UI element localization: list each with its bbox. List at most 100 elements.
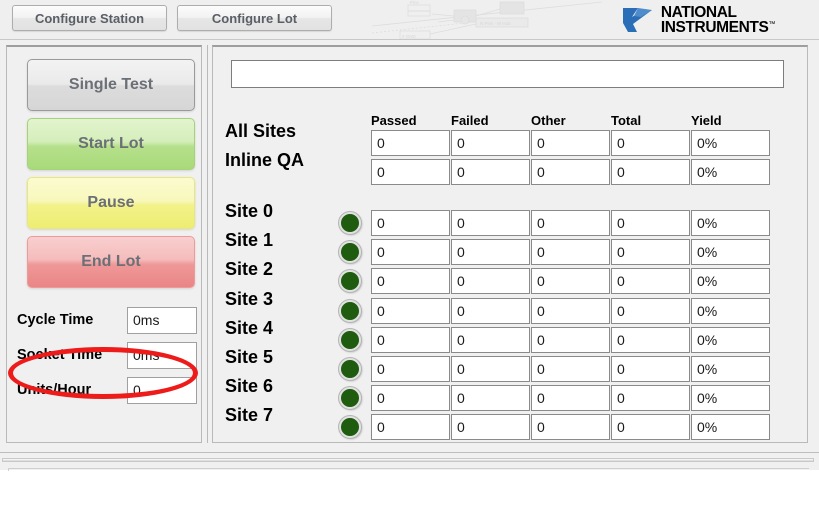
summary-row-1-failed-cell[interactable]: 0 bbox=[451, 159, 530, 185]
site-row-2-yield-cell[interactable]: 0% bbox=[691, 268, 770, 294]
summary-row-0-failed-cell[interactable]: 0 bbox=[451, 130, 530, 156]
site-row-0-other-cell[interactable]: 0 bbox=[531, 210, 610, 236]
site-row-6-failed-cell[interactable]: 0 bbox=[451, 385, 530, 411]
summary-row-0-yield-cell[interactable]: 0% bbox=[691, 130, 770, 156]
column-header-total: Total bbox=[611, 113, 642, 128]
site-row-3-yield-cell[interactable]: 0% bbox=[691, 298, 770, 324]
summary-row-0-total-cell[interactable]: 0 bbox=[611, 130, 690, 156]
site-row-4-label: Site 4 bbox=[225, 318, 274, 338]
site-row-3-failed-cell[interactable]: 0 bbox=[451, 298, 530, 324]
site-row-2-led-indicator bbox=[339, 270, 361, 292]
site-row-7-led-indicator bbox=[339, 416, 361, 438]
single-test-button[interactable]: Single Test bbox=[27, 59, 195, 111]
body-area: Single Test Start Lot Pause End Lot Cycl… bbox=[0, 40, 819, 452]
site-row-7-other-cell[interactable]: 0 bbox=[531, 414, 610, 440]
site-row-3-passed-cell[interactable]: 0 bbox=[371, 298, 450, 324]
summary-row-0-passed-cell[interactable]: 0 bbox=[371, 130, 450, 156]
toolbar: Configure Station Configure Lot Pins N P… bbox=[0, 0, 819, 40]
summary-row-0-other-cell[interactable]: 0 bbox=[531, 130, 610, 156]
site-row-4-failed-cell[interactable]: 0 bbox=[451, 327, 530, 353]
site-row-1-passed-cell[interactable]: 0 bbox=[371, 239, 450, 265]
site-row-2-passed-cell[interactable]: 0 bbox=[371, 268, 450, 294]
cycle-time-field[interactable]: 0ms bbox=[127, 306, 197, 334]
site-row-5-passed-cell[interactable]: 0 bbox=[371, 356, 450, 382]
summary-row-1-total-cell[interactable]: 0 bbox=[611, 159, 690, 185]
site-row-7-passed-cell[interactable]: 0 bbox=[371, 414, 450, 440]
site-row-3-total-cell[interactable]: 0 bbox=[611, 298, 690, 324]
site-row-3-other-cell[interactable]: 0 bbox=[531, 298, 610, 324]
site-row-4-total-cell[interactable]: 0 bbox=[611, 327, 690, 353]
summary-row-1-passed-cell[interactable]: 0 bbox=[371, 159, 450, 185]
site-row-1-other-cell[interactable]: 0 bbox=[531, 239, 610, 265]
national-instruments-logo: NATIONAL INSTRUMENTS™ bbox=[621, 4, 775, 36]
summary-row-0-label: All Sites bbox=[225, 121, 297, 141]
site-row-4-led-indicator bbox=[339, 329, 361, 351]
summary-row-1-other-cell[interactable]: 0 bbox=[531, 159, 610, 185]
status-message-field[interactable] bbox=[231, 60, 784, 88]
configure-lot-button[interactable]: Configure Lot bbox=[177, 5, 332, 31]
svg-text:# GND: # GND bbox=[402, 34, 417, 39]
control-panel: Single Test Start Lot Pause End Lot Cycl… bbox=[6, 45, 202, 443]
units-per-hour-row: Units/Hour 0 bbox=[17, 375, 197, 405]
site-row-2-other-cell[interactable]: 0 bbox=[531, 268, 610, 294]
site-row-7-failed-cell[interactable]: 0 bbox=[451, 414, 530, 440]
site-row-1-yield-cell[interactable]: 0% bbox=[691, 239, 770, 265]
application-window: Configure Station Configure Lot Pins N P… bbox=[0, 0, 819, 527]
units-per-hour-label: Units/Hour bbox=[17, 382, 92, 398]
column-header-passed: Passed bbox=[371, 113, 417, 128]
column-header-failed: Failed bbox=[451, 113, 489, 128]
site-row-6-other-cell[interactable]: 0 bbox=[531, 385, 610, 411]
svg-text:Pins: Pins bbox=[410, 0, 420, 5]
site-row-1-total-cell[interactable]: 0 bbox=[611, 239, 690, 265]
cycle-time-label: Cycle Time bbox=[17, 312, 94, 328]
site-row-2-failed-cell[interactable]: 0 bbox=[451, 268, 530, 294]
summary-row-1-label: Inline QA bbox=[225, 150, 305, 170]
site-row-5-led-indicator bbox=[339, 358, 361, 380]
site-row-7-total-cell[interactable]: 0 bbox=[611, 414, 690, 440]
site-row-7-label: Site 7 bbox=[225, 405, 274, 425]
site-row-6-passed-cell[interactable]: 0 bbox=[371, 385, 450, 411]
socket-time-row: Socket Time 0ms bbox=[17, 340, 197, 370]
site-row-3-led-indicator bbox=[339, 300, 361, 322]
site-row-2-total-cell[interactable]: 0 bbox=[611, 268, 690, 294]
socket-time-label: Socket Time bbox=[17, 347, 103, 363]
site-row-6-total-cell[interactable]: 0 bbox=[611, 385, 690, 411]
site-row-0-label: Site 0 bbox=[225, 201, 274, 221]
socket-time-field[interactable]: 0ms bbox=[127, 341, 197, 369]
end-lot-button[interactable]: End Lot bbox=[27, 236, 195, 288]
start-lot-button[interactable]: Start Lot bbox=[27, 118, 195, 170]
site-row-0-led-indicator bbox=[339, 212, 361, 234]
site-row-5-failed-cell[interactable]: 0 bbox=[451, 356, 530, 382]
site-row-3-label: Site 3 bbox=[225, 289, 274, 309]
main-window: Configure Station Configure Lot Pins N P… bbox=[0, 0, 819, 470]
ni-wordmark: NATIONAL INSTRUMENTS™ bbox=[660, 3, 776, 36]
site-row-5-other-cell[interactable]: 0 bbox=[531, 356, 610, 382]
site-row-4-other-cell[interactable]: 0 bbox=[531, 327, 610, 353]
site-row-0-yield-cell[interactable]: 0% bbox=[691, 210, 770, 236]
site-row-7-yield-cell[interactable]: 0% bbox=[691, 414, 770, 440]
site-row-4-passed-cell[interactable]: 0 bbox=[371, 327, 450, 353]
configure-station-button[interactable]: Configure Station bbox=[12, 5, 167, 31]
summary-row-1-yield-cell[interactable]: 0% bbox=[691, 159, 770, 185]
results-panel: Passed Failed Other Total Yield All Sites 0 0 0 0… bbox=[212, 45, 808, 443]
site-row-0-failed-cell[interactable]: 0 bbox=[451, 210, 530, 236]
pause-button[interactable]: Pause bbox=[27, 177, 195, 229]
site-row-4-yield-cell[interactable]: 0% bbox=[691, 327, 770, 353]
ni-wordmark-line1: NATIONAL bbox=[660, 3, 737, 21]
site-row-0-total-cell[interactable]: 0 bbox=[611, 210, 690, 236]
site-row-5-label: Site 5 bbox=[225, 347, 274, 367]
site-row-1-failed-cell[interactable]: 0 bbox=[451, 239, 530, 265]
site-row-5-yield-cell[interactable]: 0% bbox=[691, 356, 770, 382]
ni-wordmark-line2: INSTRUMENTS™ bbox=[660, 19, 776, 36]
site-row-6-yield-cell[interactable]: 0% bbox=[691, 385, 770, 411]
trademark-symbol: ™ bbox=[768, 20, 775, 28]
block-diagram-watermark: Pins N Pins - M Indx # GND bbox=[372, 0, 602, 39]
site-row-1-label: Site 1 bbox=[225, 230, 274, 250]
panel-divider bbox=[207, 45, 208, 443]
ni-eagle-icon bbox=[622, 8, 652, 32]
site-row-5-total-cell[interactable]: 0 bbox=[611, 356, 690, 382]
column-header-yield: Yield bbox=[691, 113, 722, 128]
site-row-0-passed-cell[interactable]: 0 bbox=[371, 210, 450, 236]
units-per-hour-field[interactable]: 0 bbox=[127, 376, 197, 404]
site-row-6-led-indicator bbox=[339, 387, 361, 409]
